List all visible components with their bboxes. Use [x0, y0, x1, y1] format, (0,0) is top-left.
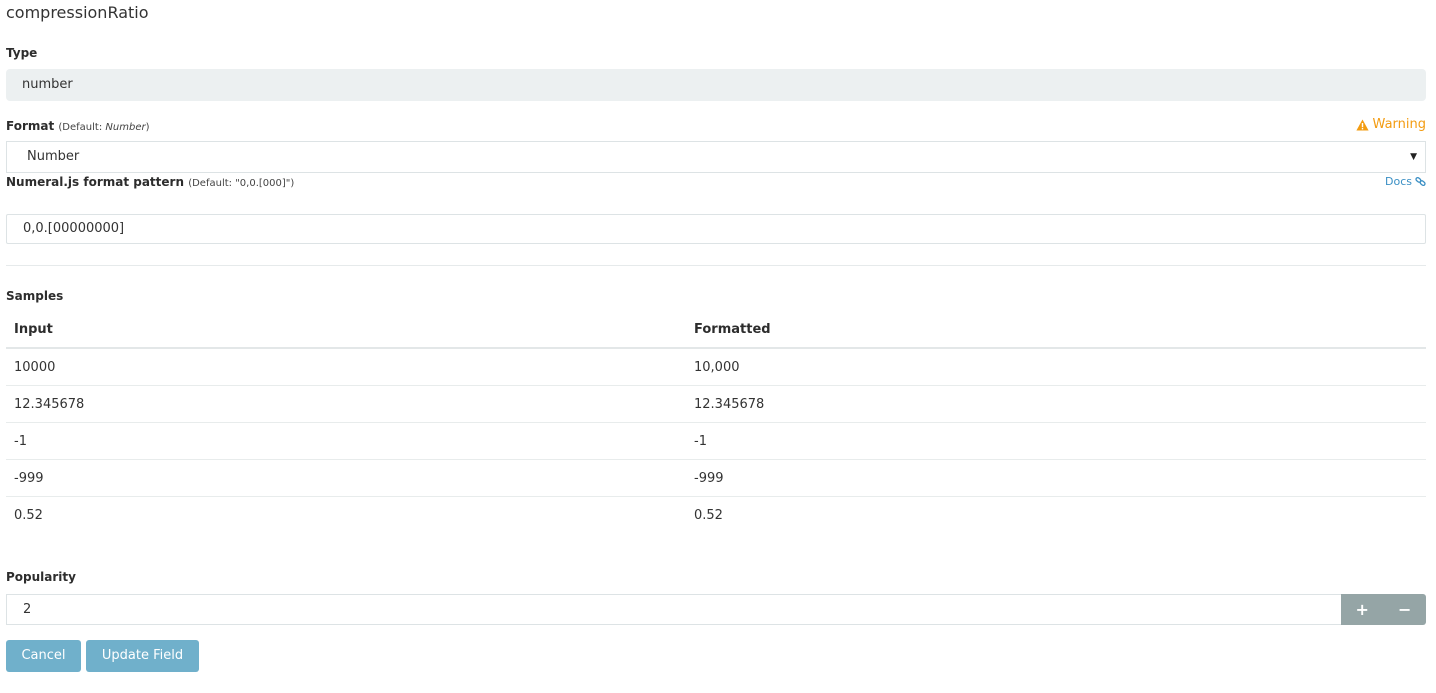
sample-input: 10000 — [6, 348, 686, 386]
column-header-formatted: Formatted — [686, 311, 1426, 349]
samples-header-row: Input Formatted — [6, 311, 1426, 349]
table-row: 10000 10,000 — [6, 348, 1426, 386]
pattern-default-hint: (Default: "0,0.[000]") — [188, 178, 295, 189]
field-name-title: compressionRatio — [6, 3, 149, 22]
pattern-label: Numeral.js format pattern (Default: "0,0… — [6, 175, 294, 189]
table-row: -1 -1 — [6, 422, 1426, 460]
table-row: -999 -999 — [6, 459, 1426, 497]
sample-input: 0.52 — [14, 507, 43, 523]
sample-input: -1 — [6, 422, 686, 460]
sample-formatted: 12.345678 — [686, 385, 1426, 423]
cancel-button[interactable]: Cancel — [6, 640, 81, 672]
popularity-input[interactable]: 2 — [6, 594, 1342, 625]
type-label: Type — [6, 46, 38, 60]
sample-formatted: 10,000 — [686, 348, 1426, 386]
format-warning[interactable]: Warning — [1355, 117, 1426, 132]
sample-formatted: -999 — [686, 459, 1426, 497]
pattern-label-text: Numeral.js format pattern — [6, 175, 185, 189]
section-divider — [6, 265, 1426, 266]
caret-down-icon: ▼ — [1410, 152, 1417, 162]
format-label: Format (Default: Number) — [6, 119, 149, 133]
format-select-value: Number — [27, 149, 80, 164]
format-default-value: Number — [105, 122, 146, 133]
warning-triangle-icon — [1355, 119, 1369, 130]
format-default-prefix: (Default: — [58, 122, 106, 133]
type-readonly-field: number — [6, 69, 1426, 101]
warning-text: Warning — [1372, 117, 1426, 132]
format-label-text: Format — [6, 119, 55, 133]
format-default-suffix: ) — [145, 122, 150, 133]
sample-input: -999 — [6, 459, 686, 497]
link-icon — [1415, 176, 1426, 187]
column-header-input: Input — [6, 311, 686, 349]
samples-label: Samples — [6, 289, 64, 303]
table-row: 12.345678 12.345678 — [6, 385, 1426, 423]
pattern-input[interactable]: 0,0.[00000000] — [6, 214, 1426, 244]
table-row: 0.52 0.52 — [6, 497, 1426, 534]
sample-formatted: 0.52 — [694, 507, 723, 523]
decrement-button[interactable]: − — [1384, 594, 1427, 625]
docs-link[interactable]: Docs — [1385, 175, 1426, 188]
popularity-label: Popularity — [6, 570, 76, 584]
popularity-stepper: + − — [1341, 594, 1426, 625]
format-select[interactable]: Number ▼ — [6, 141, 1426, 173]
sample-input: 12.345678 — [6, 385, 686, 423]
samples-table: Input Formatted 10000 10,000 12.345678 1… — [6, 311, 1426, 533]
sample-formatted: -1 — [686, 422, 1426, 460]
docs-link-text: Docs — [1385, 175, 1412, 188]
format-default-hint: (Default: Number) — [58, 122, 149, 133]
update-field-button[interactable]: Update Field — [86, 640, 199, 672]
increment-button[interactable]: + — [1341, 594, 1384, 625]
